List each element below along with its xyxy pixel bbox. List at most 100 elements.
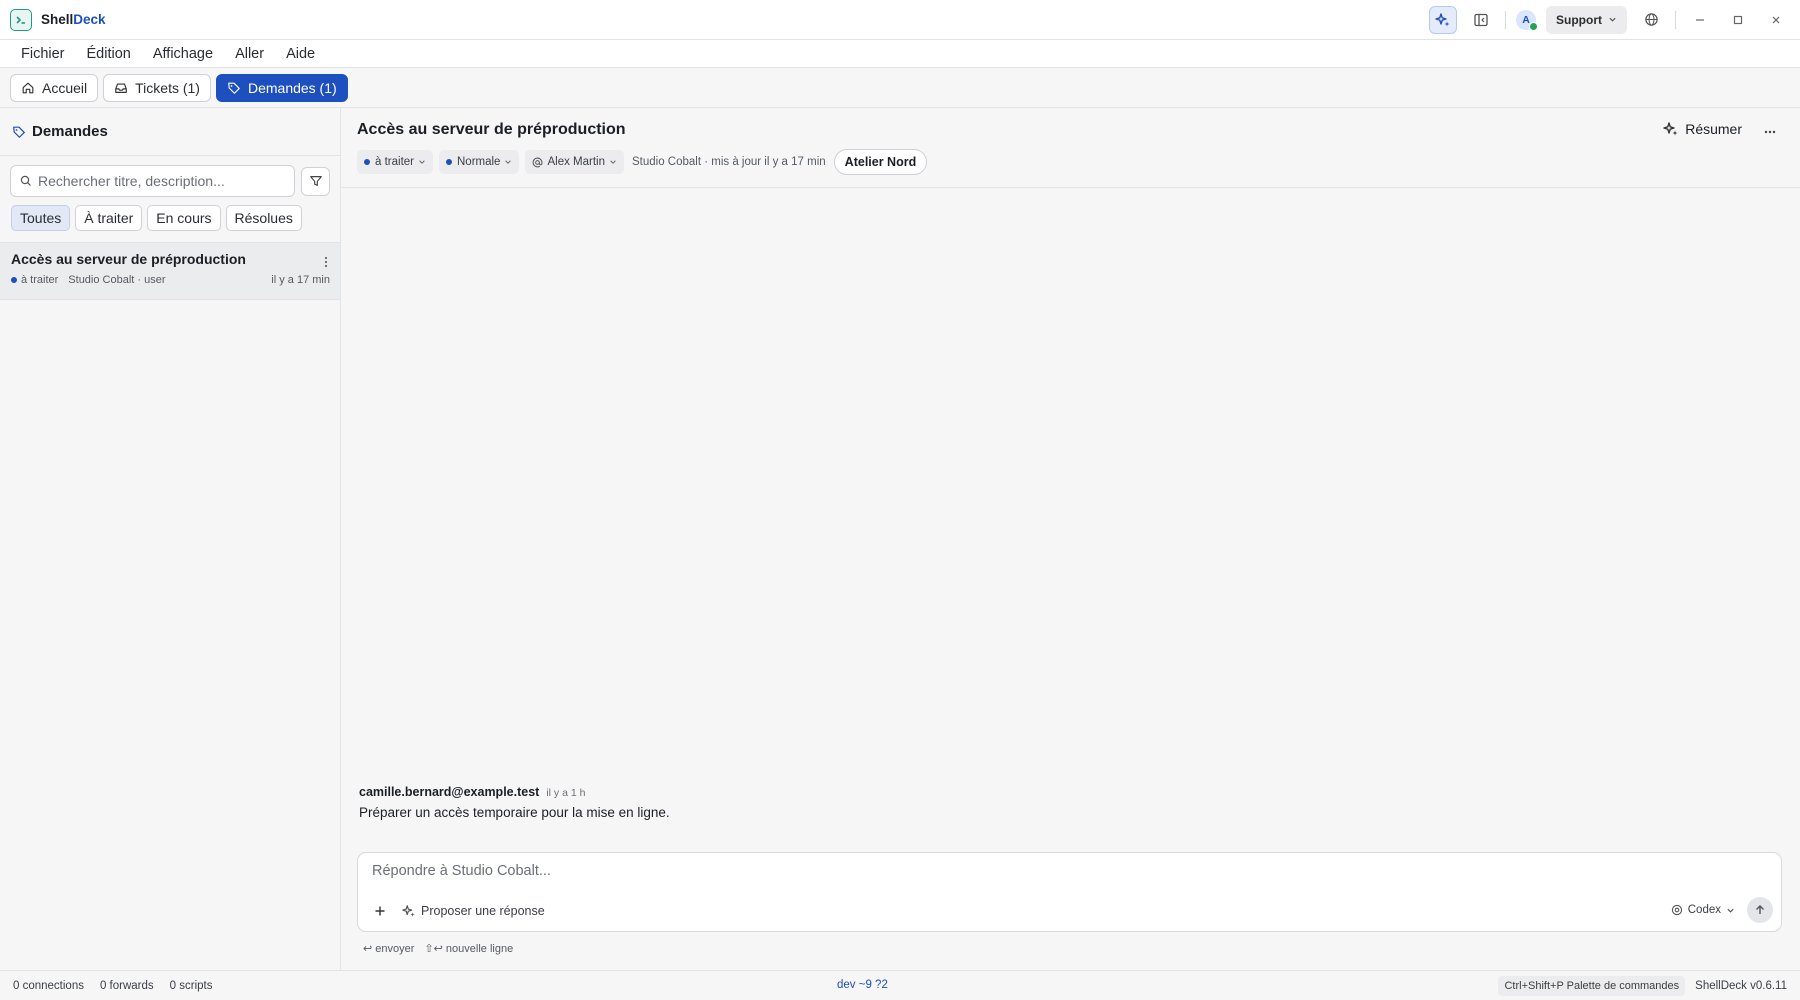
more-vertical-icon [324, 256, 328, 268]
priority-dot [446, 159, 452, 165]
menu-edition[interactable]: Édition [76, 40, 142, 68]
sidebar-title: Demandes [32, 123, 108, 140]
sparkles-icon [1435, 12, 1451, 28]
model-label: Codex [1687, 904, 1721, 916]
more-options-button[interactable] [1764, 121, 1776, 137]
list-item[interactable]: Accès au serveur de préproduction à trai… [0, 242, 340, 300]
menu-bar: Fichier Édition Affichage Aller Aide [0, 40, 1800, 68]
menu-aller[interactable]: Aller [224, 40, 275, 68]
home-icon [21, 81, 35, 95]
list-item-title: Accès au serveur de préproduction [11, 251, 246, 267]
ticket-meta-row: à traiter Normale Alex Martin Studio Cob… [357, 149, 1784, 175]
status-dropdown[interactable]: à traiter [357, 150, 433, 174]
statusbar-right: Ctrl+Shift+P Palette de commandes ShellD… [1498, 975, 1787, 996]
sparkles-icon [402, 904, 416, 918]
titlebar-separator [1505, 10, 1506, 29]
close-icon [1770, 14, 1782, 26]
menu-affichage[interactable]: Affichage [142, 40, 224, 68]
minimize-icon [1694, 14, 1706, 26]
list-item-time: il y a 17 min [271, 274, 330, 286]
close-button[interactable] [1762, 6, 1790, 34]
inbox-icon [114, 81, 128, 95]
filter-button[interactable] [301, 166, 330, 196]
filter-icon [309, 174, 323, 188]
assignee-label: Alex Martin [547, 156, 605, 168]
hint-newline: ⇧↩ nouvelle ligne [424, 943, 514, 955]
priority-label: Normale [457, 156, 501, 168]
tag-icon [227, 81, 241, 95]
search-input[interactable] [38, 173, 278, 189]
maximize-button[interactable] [1724, 6, 1752, 34]
titlebar-actions: A Support [1429, 0, 1790, 39]
message: camille.bernard@example.test il y a 1 h … [359, 785, 670, 820]
tab-label: Tickets (1) [135, 79, 200, 96]
app-name: ShellDeck [41, 12, 106, 27]
suggest-reply-label: Proposer une réponse [421, 904, 545, 918]
list-item-org: Studio Cobalt · user [68, 274, 166, 286]
ticket-meta-text: Studio Cobalt · mis à jour il y a 17 min [632, 156, 826, 168]
app-logo-icon [10, 8, 32, 31]
keyboard-hints: ↩ envoyer ⇧↩ nouvelle ligne [363, 942, 513, 955]
app-version: ShellDeck v0.6.11 [1695, 979, 1787, 992]
sidebar-toggle-button[interactable] [1467, 6, 1495, 34]
menu-fichier[interactable]: Fichier [10, 40, 76, 68]
list-item-status: à traiter [21, 274, 59, 286]
composer-tools: Proposer une réponse [370, 901, 545, 921]
arrow-up-icon [1754, 904, 1766, 916]
filter-en-cours[interactable]: En cours [147, 205, 221, 231]
panel-left-icon [1473, 12, 1489, 28]
list-item-menu-button[interactable] [324, 255, 328, 271]
search-row [0, 165, 340, 197]
sparkles-icon [1663, 121, 1679, 137]
model-icon [1671, 904, 1683, 916]
organization-button[interactable]: Atelier Nord [833, 149, 928, 175]
attach-button[interactable] [370, 901, 390, 921]
status-dot [11, 277, 17, 283]
requests-sidebar: Demandes Toutes À traiter En cours Résol… [0, 108, 341, 970]
chevron-down-icon [1608, 15, 1617, 24]
chevron-down-icon [504, 158, 512, 166]
hint-send: ↩ envoyer [363, 943, 415, 955]
assignee-dropdown[interactable]: Alex Martin [525, 150, 624, 174]
sidebar-header: Demandes [0, 108, 340, 156]
send-button[interactable] [1747, 897, 1773, 923]
tag-icon [12, 125, 26, 139]
ticket-actions: Résumer [1663, 121, 1776, 137]
status-filters: Toutes À traiter En cours Résolues [0, 205, 340, 231]
list-item-meta: à traiter Studio Cobalt · user il y a 17… [11, 274, 330, 286]
filter-toutes[interactable]: Toutes [11, 205, 71, 231]
filter-resolues[interactable]: Résolues [225, 205, 302, 231]
tab-demandes[interactable]: Demandes (1) [215, 73, 348, 102]
suggest-reply-button[interactable]: Proposer une réponse [402, 904, 545, 918]
more-horizontal-icon [1764, 130, 1776, 134]
reply-composer: Proposer une réponse Codex [357, 852, 1782, 932]
menu-aide[interactable]: Aide [275, 40, 326, 68]
status-label: à traiter [375, 156, 414, 168]
globe-icon [1644, 12, 1659, 27]
priority-dropdown[interactable]: Normale [439, 150, 520, 174]
status-bar: 0 connections 0 forwards 0 scripts dev ~… [0, 970, 1800, 1000]
chevron-down-icon [418, 158, 426, 166]
language-button[interactable] [1637, 6, 1665, 34]
message-header: camille.bernard@example.test il y a 1 h [359, 785, 670, 799]
reply-input[interactable] [372, 863, 1752, 887]
tab-bar: Accueil Tickets (1) Demandes (1) [0, 68, 1800, 108]
tab-tickets[interactable]: Tickets (1) [103, 73, 211, 102]
tab-accueil[interactable]: Accueil [10, 73, 99, 102]
tab-label: Accueil [42, 79, 88, 96]
connections-count: 0 connections [13, 979, 84, 992]
tab-label: Demandes (1) [247, 79, 337, 96]
minimize-button[interactable] [1686, 6, 1714, 34]
ticket-header: Accès au serveur de préproduction Résume… [341, 108, 1800, 188]
chevron-down-icon [1726, 906, 1735, 915]
at-sign-icon [532, 157, 543, 168]
maximize-icon [1732, 14, 1744, 26]
filter-a-traiter[interactable]: À traiter [75, 205, 143, 231]
git-branch-status[interactable]: dev ~9 ?2 [837, 979, 888, 991]
workspace-selector-button[interactable]: Support [1546, 5, 1627, 34]
user-avatar[interactable]: A [1516, 9, 1538, 31]
summarize-button[interactable]: Résumer [1663, 121, 1742, 137]
ai-assistant-toggle-button[interactable] [1429, 5, 1457, 34]
command-palette-hint[interactable]: Ctrl+Shift+P Palette de commandes [1498, 975, 1686, 996]
model-selector[interactable]: Codex [1671, 904, 1735, 916]
